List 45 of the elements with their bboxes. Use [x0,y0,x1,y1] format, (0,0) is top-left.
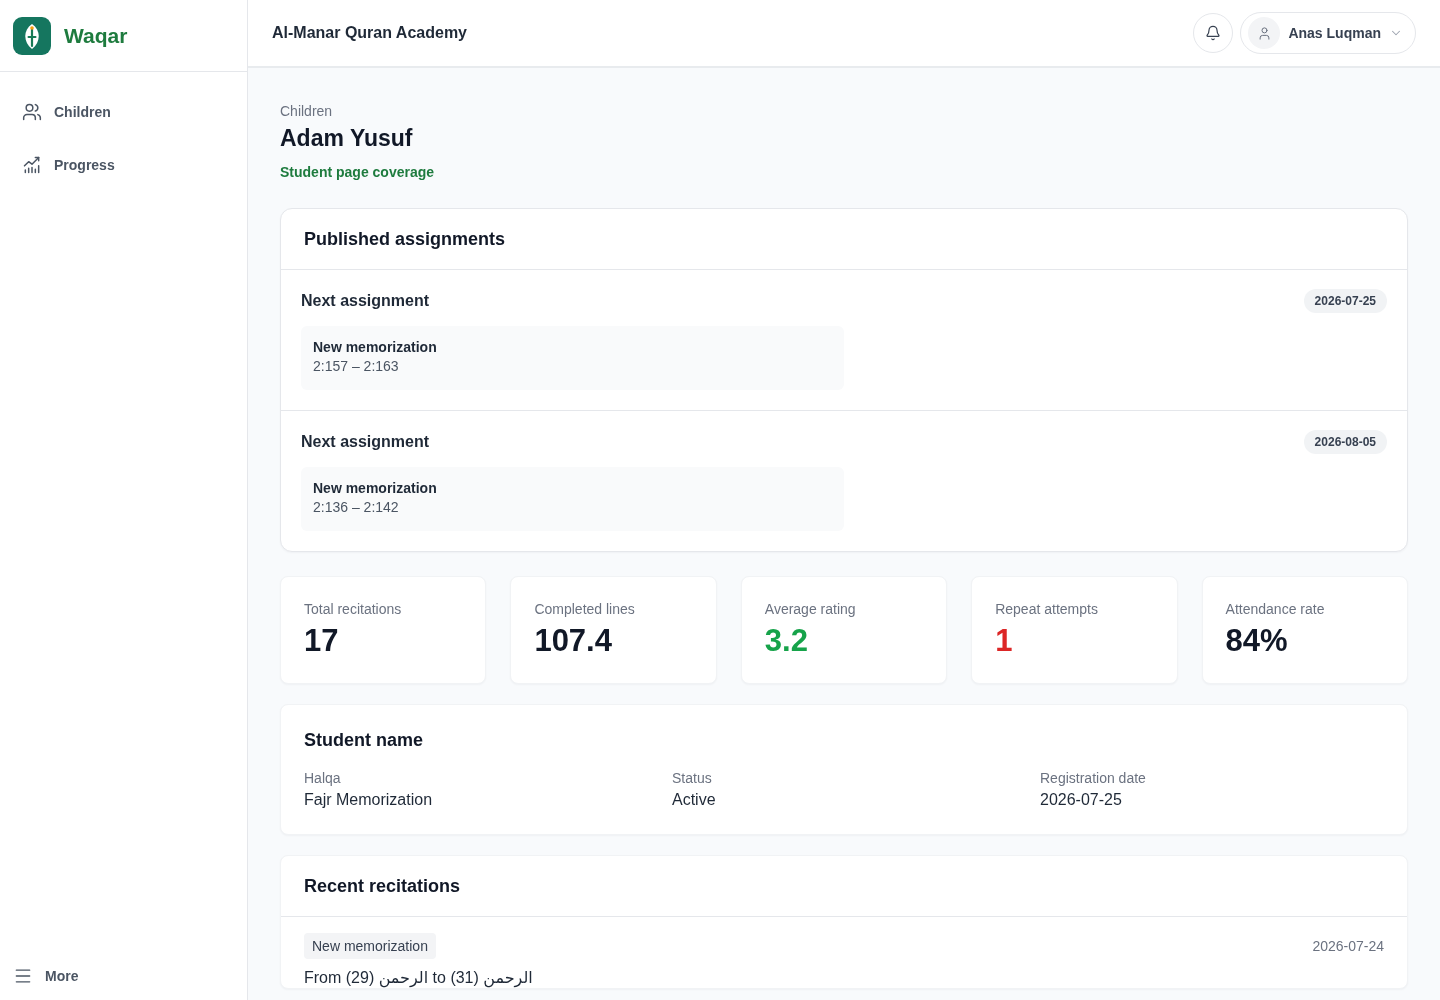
users-icon [22,102,42,122]
recitation-date: 2026-07-24 [1312,937,1384,954]
assignment-type: New memorization [313,338,437,356]
recitation-type-tag: New memorization [304,932,436,959]
stat-value: 107.4 [534,623,612,659]
card-title: Recent recitations [304,875,461,897]
logo-icon [13,16,51,55]
stat-label: Average rating [764,600,856,618]
breadcrumb: Children [280,102,333,120]
brand-name: Waqar [64,23,128,48]
date-badge: 2026-08-05 [1303,430,1387,454]
stat-label: Attendance rate [1225,600,1325,618]
academy-name: Al-Manar Quran Academy [272,24,467,42]
notifications-button[interactable] [1193,13,1234,53]
user-menu-button[interactable]: Anas Luqman [1240,12,1416,54]
more-button[interactable]: More [13,952,79,1000]
bell-icon [1205,25,1222,41]
chart-icon [22,155,42,175]
stat-label: Completed lines [534,600,635,618]
sidebar-item[interactable]: Children [12,90,235,134]
field-label: Halqa [304,769,341,787]
coverage-link[interactable]: Student page coverage [280,163,435,181]
stat-value: 17 [304,623,339,659]
stat-label: Total recitations [304,600,402,618]
stat-value: 3.2 [764,623,808,659]
assignment-title: Next assignment [301,292,430,310]
verse-range: 2:157 – 2:163 [313,357,399,376]
field-label: Registration date [1040,769,1146,787]
field-label: Status [672,769,712,787]
verse-range: 2:136 – 2:142 [313,498,399,517]
assignment-title: Next assignment [301,433,430,451]
date-badge: 2026-07-25 [1303,289,1387,313]
stat-label: Repeat attempts [995,600,1098,618]
field-value: 2026-07-25 [1040,790,1122,810]
card-title: Published assignments [304,228,506,250]
sidebar-item[interactable]: Progress [12,143,235,187]
assignment-type: New memorization [313,479,437,497]
recitation-range: From (29) الرحمن to (31) الرحمن [304,968,533,988]
card-title: Student name [304,730,423,751]
page-title: Adam Yusuf [280,124,413,152]
user-avatar-icon [1248,17,1281,49]
field-value: Active [672,790,716,810]
stat-value: 84% [1225,623,1288,659]
field-value: Fajr Memorization [304,790,433,810]
stat-value: 1 [995,623,1013,659]
